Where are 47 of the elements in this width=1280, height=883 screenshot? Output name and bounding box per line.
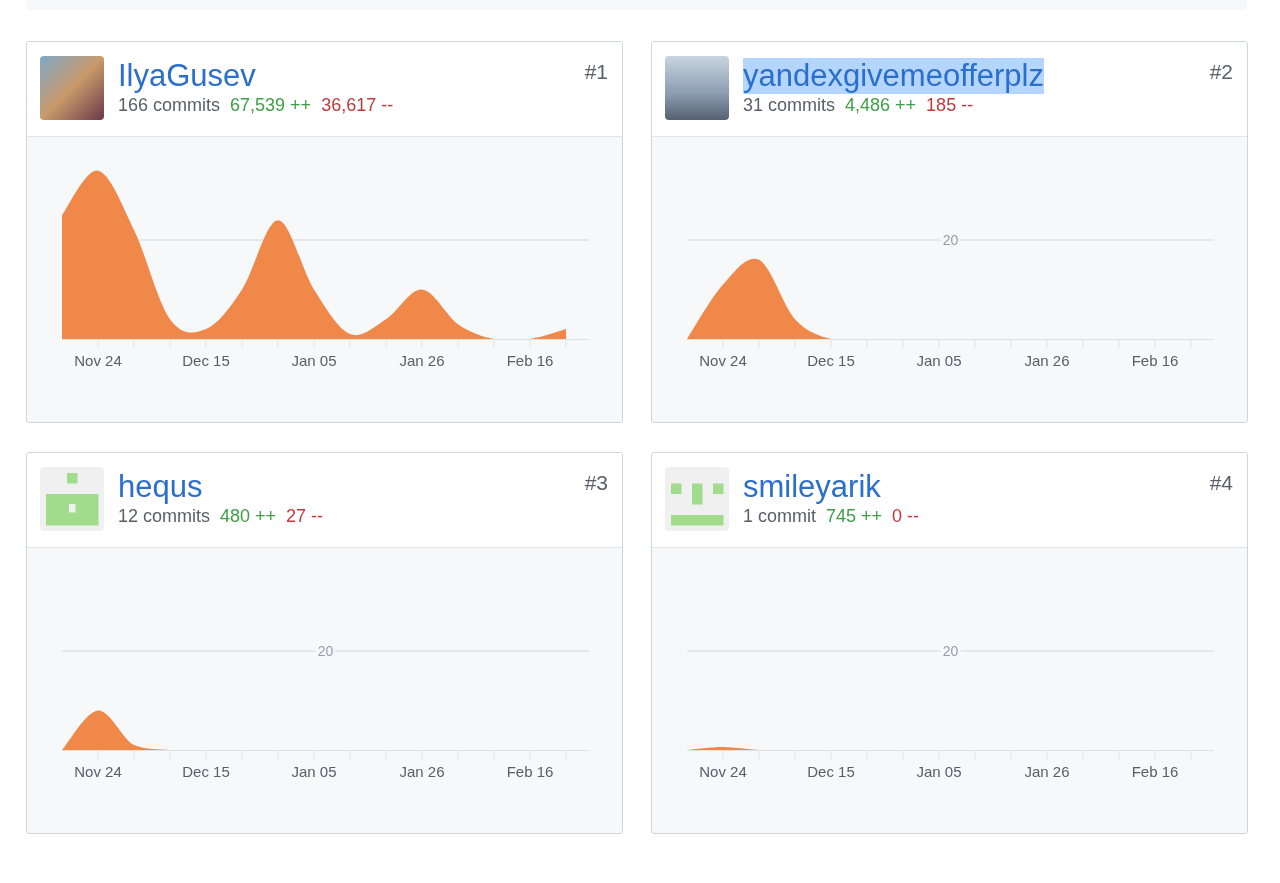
identicon-avatar [665, 467, 729, 531]
date-label: Nov 24 [699, 352, 747, 369]
date-label: Feb 16 [1131, 763, 1179, 780]
rank-label: #2 [1209, 60, 1233, 85]
date-label: Nov 24 [699, 763, 747, 780]
username-link[interactable]: IlyaGusev [118, 58, 256, 94]
rank-label: #3 [584, 471, 608, 496]
date-label: Feb 16 [506, 352, 554, 369]
username-link[interactable]: smileyarik [743, 469, 881, 505]
photo-placeholder [665, 56, 729, 120]
date-label: Jan 26 [399, 763, 445, 780]
deletions-count: 0 -- [892, 506, 920, 527]
commit-count: 31 commits [743, 95, 836, 116]
date-label: Jan 26 [1024, 763, 1070, 780]
photo-placeholder [40, 56, 104, 120]
deletions-count: 27 -- [286, 506, 324, 527]
date-label: Jan 26 [399, 352, 445, 369]
date-label: Dec 15 [807, 352, 855, 369]
date-label: Dec 15 [807, 763, 855, 780]
rank-label: #1 [584, 60, 608, 85]
additions-count: 745 ++ [826, 506, 883, 527]
commit-count: 1 commit [743, 506, 816, 527]
grid-value-label: 20 [942, 232, 959, 248]
grid-value-label: 20 [942, 643, 959, 659]
additions-count: 480 ++ [220, 506, 277, 527]
rank-label: #4 [1209, 471, 1233, 496]
date-label: Jan 05 [916, 763, 962, 780]
username-link[interactable]: yandexgivemeofferplz [743, 58, 1044, 94]
commit-count: 166 commits [118, 95, 221, 116]
grid-value-label: 20 [317, 643, 334, 659]
additions-count: 4,486 ++ [845, 95, 917, 116]
date-label: Dec 15 [182, 763, 230, 780]
date-label: Feb 16 [506, 763, 554, 780]
identicon-avatar [40, 467, 104, 531]
date-label: Jan 26 [1024, 352, 1070, 369]
date-label: Jan 05 [291, 352, 337, 369]
deletions-count: 185 -- [926, 95, 974, 116]
deletions-count: 36,617 -- [321, 95, 394, 116]
date-label: Jan 05 [916, 352, 962, 369]
commit-count: 12 commits [118, 506, 211, 527]
date-label: Jan 05 [291, 763, 337, 780]
date-label: Nov 24 [74, 352, 122, 369]
date-label: Feb 16 [1131, 352, 1179, 369]
date-label: Nov 24 [74, 763, 122, 780]
date-label: Dec 15 [182, 352, 230, 369]
additions-count: 67,539 ++ [230, 95, 312, 116]
username-link[interactable]: hequs [118, 469, 203, 505]
